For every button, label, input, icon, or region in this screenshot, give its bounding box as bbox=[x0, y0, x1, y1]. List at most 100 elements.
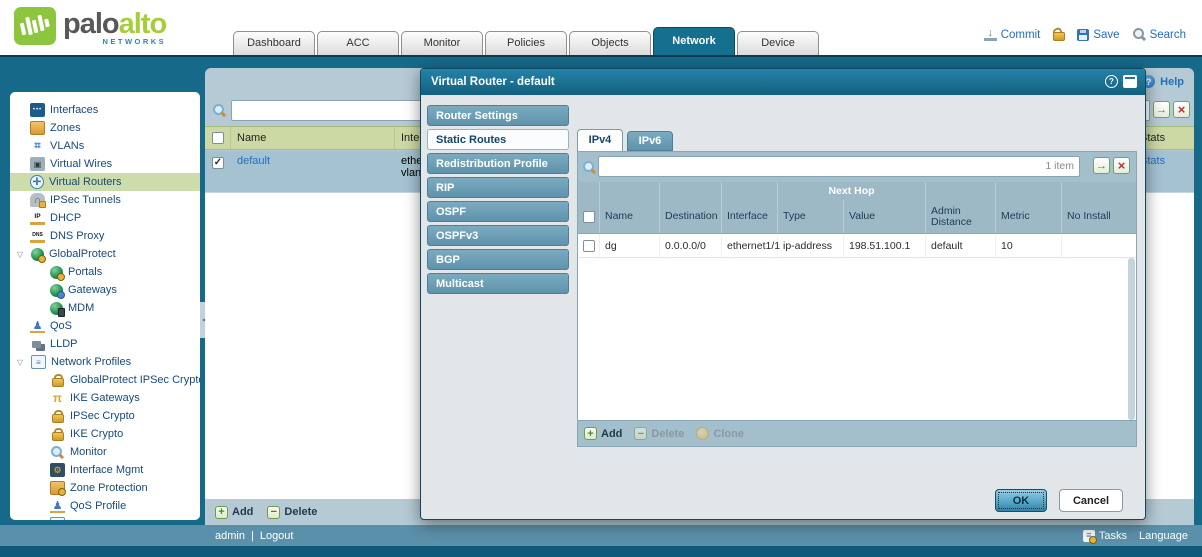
clone-icon bbox=[696, 427, 709, 440]
tab-policies[interactable]: Policies bbox=[485, 31, 567, 55]
ike-gateways-icon bbox=[50, 391, 65, 405]
side-tab-ospf[interactable]: OSPF bbox=[427, 201, 569, 222]
sidebar-item-portals[interactable]: Portals bbox=[10, 263, 200, 281]
tab-network[interactable]: Network bbox=[653, 27, 735, 55]
select-all-checkbox[interactable] bbox=[212, 132, 224, 144]
tab-acc[interactable]: ACC bbox=[317, 31, 399, 55]
sidebar-item-monitor[interactable]: Monitor bbox=[10, 443, 200, 461]
sidebar-item-ike-gateways[interactable]: IKE Gateways bbox=[10, 389, 200, 407]
sidebar-item-label: Gateways bbox=[68, 284, 117, 296]
virtual-router-link[interactable]: default bbox=[237, 155, 270, 167]
ok-button[interactable]: OK bbox=[995, 489, 1047, 512]
sidebar-item-zones[interactable]: Zones bbox=[10, 119, 200, 137]
language-button[interactable]: Language bbox=[1139, 530, 1188, 542]
route-name: dg bbox=[600, 234, 660, 257]
sidebar-item-network-profiles[interactable]: ▽Network Profiles bbox=[10, 353, 200, 371]
tab-ipv6[interactable]: IPv6 bbox=[627, 131, 673, 151]
sidebar-item-label: Zone Protection bbox=[70, 482, 148, 494]
clear-filter-button[interactable]: × bbox=[1173, 101, 1190, 118]
sidebar-item-label: Portals bbox=[68, 266, 102, 278]
sidebar-item-clipped[interactable] bbox=[10, 515, 200, 520]
add-button[interactable]: +Add bbox=[215, 506, 253, 519]
column-header-name[interactable]: Name bbox=[231, 127, 395, 149]
column-header-no-install[interactable]: No Install bbox=[1062, 200, 1136, 233]
dialog-help-icon[interactable]: ? bbox=[1105, 75, 1118, 88]
top-header: paloalto NETWORKS Dashboard ACC Monitor … bbox=[0, 0, 1202, 57]
column-header-destination[interactable]: Destination bbox=[660, 200, 722, 233]
dialog-minimize-icon[interactable] bbox=[1123, 75, 1137, 88]
add-button[interactable]: +Add bbox=[584, 427, 622, 440]
sidebar-item-globalprotect-ipsec-crypto[interactable]: GlobalProtect IPSec Crypto bbox=[10, 371, 200, 389]
dhcp-icon bbox=[30, 211, 45, 225]
tab-ipv4[interactable]: IPv4 bbox=[577, 129, 623, 151]
help-link[interactable]: Help bbox=[1160, 76, 1184, 88]
expand-arrow-icon[interactable]: ▽ bbox=[14, 358, 26, 367]
tab-objects[interactable]: Objects bbox=[569, 31, 651, 55]
apply-filter-button[interactable]: → bbox=[1093, 157, 1110, 174]
row-checkbox[interactable] bbox=[583, 240, 595, 252]
globalprotect-icon bbox=[31, 248, 44, 261]
sidebar-item-virtual-routers[interactable]: Virtual Routers bbox=[10, 173, 200, 191]
side-tab-redistribution-profile[interactable]: Redistribution Profile bbox=[427, 153, 569, 174]
tasks-button[interactable]: Tasks bbox=[1083, 530, 1127, 542]
commit-button[interactable]: ↓ Commit bbox=[984, 28, 1041, 41]
apply-filter-button[interactable]: → bbox=[1153, 101, 1170, 118]
row-checkbox[interactable] bbox=[212, 157, 224, 169]
tasks-icon bbox=[1083, 530, 1095, 542]
save-icon bbox=[1077, 29, 1089, 41]
save-button[interactable]: Save bbox=[1077, 29, 1119, 41]
column-header-value[interactable]: Value bbox=[844, 200, 926, 233]
side-tab-multicast[interactable]: Multicast bbox=[427, 273, 569, 294]
tab-dashboard[interactable]: Dashboard bbox=[233, 31, 315, 55]
column-header-admin-distance[interactable]: Admin Distance bbox=[926, 200, 996, 233]
tab-device[interactable]: Device bbox=[737, 31, 819, 55]
column-header-name[interactable]: Name bbox=[600, 200, 660, 233]
search-button[interactable]: Search bbox=[1133, 28, 1186, 41]
sidebar-item-ipsec-crypto[interactable]: IPSec Crypto bbox=[10, 407, 200, 425]
sidebar-item-virtual-wires[interactable]: Virtual Wires bbox=[10, 155, 200, 173]
dialog-content: IPv4 IPv6 1 item → × Next Hop bbox=[577, 129, 1137, 447]
sidebar-item-label: QoS Profile bbox=[70, 500, 126, 512]
sidebar-item-zone-protection[interactable]: Zone Protection bbox=[10, 479, 200, 497]
sidebar-item-interfaces[interactable]: Interfaces bbox=[10, 101, 200, 119]
sidebar-item-label: Interfaces bbox=[50, 104, 98, 116]
column-header-interface[interactable]: Interface bbox=[722, 200, 778, 233]
unlock-icon[interactable] bbox=[1053, 28, 1064, 41]
static-route-row[interactable]: dg 0.0.0.0/0 ethernet1/1 ip-address 198.… bbox=[578, 234, 1136, 258]
clone-button[interactable]: Clone bbox=[696, 427, 744, 440]
sidebar-item-dhcp[interactable]: DHCP bbox=[10, 209, 200, 227]
side-tab-rip[interactable]: RIP bbox=[427, 177, 569, 198]
interface-mgmt-icon bbox=[50, 463, 65, 477]
sidebar-item-gateways[interactable]: Gateways bbox=[10, 281, 200, 299]
delete-button[interactable]: −Delete bbox=[634, 427, 684, 440]
column-header-type[interactable]: Type bbox=[778, 200, 844, 233]
side-tab-ospfv3[interactable]: OSPFv3 bbox=[427, 225, 569, 246]
sidebar-item-interface-mgmt[interactable]: Interface Mgmt bbox=[10, 461, 200, 479]
sidebar-item-vlans[interactable]: VLANs bbox=[10, 137, 200, 155]
table-group-header: Next Hop bbox=[578, 182, 1136, 200]
cancel-button[interactable]: Cancel bbox=[1059, 489, 1123, 512]
clear-filter-button[interactable]: × bbox=[1113, 157, 1130, 174]
scrollbar[interactable] bbox=[1128, 258, 1135, 420]
expand-arrow-icon[interactable]: ▽ bbox=[14, 250, 26, 259]
side-tab-router-settings[interactable]: Router Settings bbox=[427, 105, 569, 126]
sidebar-item-qos-profile[interactable]: QoS Profile bbox=[10, 497, 200, 515]
mdm-icon bbox=[50, 302, 63, 315]
logout-link[interactable]: Logout bbox=[260, 530, 294, 542]
column-header-metric[interactable]: Metric bbox=[996, 200, 1062, 233]
tab-monitor[interactable]: Monitor bbox=[401, 31, 483, 55]
sidebar-item-lldp[interactable]: LLDP bbox=[10, 335, 200, 353]
sidebar-item-dns-proxy[interactable]: DNS Proxy bbox=[10, 227, 200, 245]
sidebar-item-ike-crypto[interactable]: IKE Crypto bbox=[10, 425, 200, 443]
sidebar-item-mdm[interactable]: MDM bbox=[10, 299, 200, 317]
side-tab-static-routes[interactable]: Static Routes bbox=[427, 129, 569, 150]
sidebar-item-ipsec-tunnels[interactable]: IPSec Tunnels bbox=[10, 191, 200, 209]
delete-icon: − bbox=[634, 427, 647, 440]
side-tab-bgp[interactable]: BGP bbox=[427, 249, 569, 270]
sidebar-item-qos[interactable]: QoS bbox=[10, 317, 200, 335]
sidebar-item-label: QoS bbox=[50, 320, 72, 332]
delete-button[interactable]: −Delete bbox=[267, 506, 317, 519]
sidebar-item-globalprotect[interactable]: ▽GlobalProtect bbox=[10, 245, 200, 263]
select-all-checkbox[interactable] bbox=[583, 211, 595, 223]
dialog-search-input[interactable] bbox=[598, 156, 1080, 177]
